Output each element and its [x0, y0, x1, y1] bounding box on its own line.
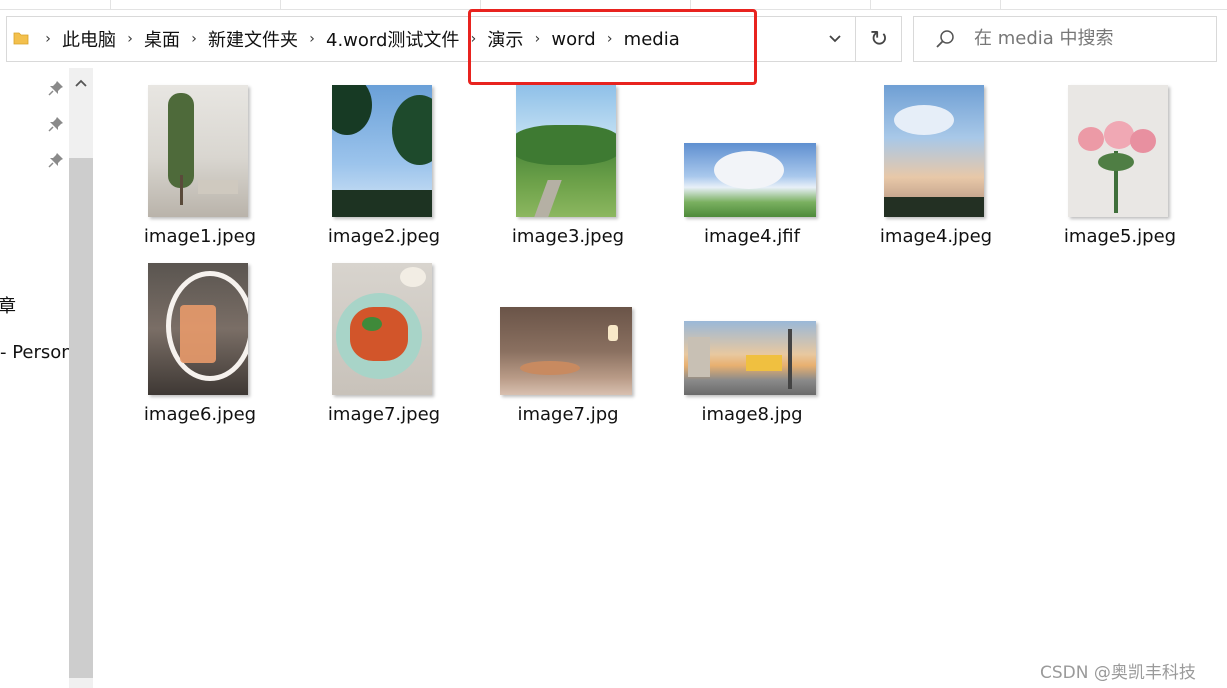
chevron-up-icon: [75, 79, 87, 87]
pin-icon[interactable]: [48, 80, 64, 96]
chevron-down-icon: [829, 35, 841, 43]
file-name: image2.jpeg: [327, 226, 441, 247]
file-name: image8.jpg: [701, 404, 803, 425]
chevron-right-icon[interactable]: ›: [526, 31, 548, 47]
image-thumbnail: [332, 263, 432, 395]
scroll-up-button[interactable]: [69, 68, 93, 98]
image-thumbnail: [684, 321, 816, 395]
image-thumbnail: [684, 143, 816, 217]
file-item[interactable]: image7.jpeg: [304, 258, 464, 438]
file-item[interactable]: image8.jpg: [672, 258, 832, 438]
crumb-media[interactable]: media: [621, 29, 683, 50]
file-item[interactable]: image1.jpeg: [120, 80, 280, 260]
address-history-dropdown[interactable]: [815, 17, 855, 61]
nav-item-partial[interactable]: - Person: [0, 342, 70, 363]
file-item[interactable]: image5.jpeg: [1040, 80, 1200, 260]
file-name: image7.jpg: [517, 404, 619, 425]
image-thumbnail: [148, 85, 248, 217]
file-name: image3.jpeg: [511, 226, 625, 247]
file-name: image7.jpeg: [327, 404, 441, 425]
file-item[interactable]: image2.jpeg: [304, 80, 464, 260]
chevron-right-icon[interactable]: ›: [183, 31, 205, 47]
chevron-right-icon[interactable]: ›: [599, 31, 621, 47]
search-icon: [936, 30, 954, 48]
file-item[interactable]: image7.jpg: [488, 258, 648, 438]
nav-item-partial[interactable]: 章: [0, 292, 16, 318]
pin-icon[interactable]: [48, 152, 64, 168]
file-item[interactable]: image6.jpeg: [120, 258, 280, 438]
file-item[interactable]: image4.jpeg: [856, 80, 1016, 260]
chevron-right-icon[interactable]: ›: [119, 31, 141, 47]
nav-scrollbar[interactable]: [69, 68, 93, 688]
image-thumbnail: [516, 85, 616, 217]
image-thumbnail: [148, 263, 248, 395]
ribbon-remnant: [0, 0, 1227, 10]
file-name: image4.jfif: [704, 226, 800, 247]
refresh-icon: ↻: [869, 26, 889, 52]
watermark: CSDN @奥凯丰科技: [1040, 663, 1196, 683]
crumb-demo[interactable]: 演示: [484, 26, 526, 52]
folder-icon: [13, 32, 29, 45]
address-bar[interactable]: › 此电脑 › 桌面 › 新建文件夹 › 4.word测试文件 › 演示 › w…: [6, 16, 902, 62]
file-item[interactable]: image3.jpeg: [488, 80, 648, 260]
breadcrumb: › 此电脑 › 桌面 › 新建文件夹 › 4.word测试文件 › 演示 › w…: [37, 17, 683, 61]
file-name: image1.jpeg: [143, 226, 257, 247]
file-name: image4.jpeg: [879, 226, 993, 247]
image-thumbnail: [1068, 85, 1168, 217]
chevron-right-icon[interactable]: ›: [37, 31, 59, 47]
chevron-right-icon[interactable]: ›: [462, 31, 484, 47]
search-input[interactable]: 在 media 中搜索: [974, 17, 1114, 61]
navigation-pane: 章 - Person: [0, 68, 70, 688]
scroll-thumb[interactable]: [69, 158, 93, 678]
file-name: image5.jpeg: [1063, 226, 1177, 247]
crumb-word-test-files[interactable]: 4.word测试文件: [323, 26, 462, 52]
refresh-button[interactable]: ↻: [857, 17, 901, 61]
search-box[interactable]: 在 media 中搜索: [913, 16, 1217, 62]
crumb-this-pc[interactable]: 此电脑: [59, 26, 119, 52]
image-thumbnail: [884, 85, 984, 217]
crumb-new-folder[interactable]: 新建文件夹: [205, 26, 301, 52]
divider: [855, 17, 856, 61]
crumb-desktop[interactable]: 桌面: [141, 26, 183, 52]
crumb-word[interactable]: word: [548, 29, 598, 50]
file-item[interactable]: image4.jfif: [672, 80, 832, 260]
image-thumbnail: [500, 307, 632, 395]
file-name: image6.jpeg: [143, 404, 257, 425]
image-thumbnail: [332, 85, 432, 217]
chevron-right-icon[interactable]: ›: [301, 31, 323, 47]
pin-icon[interactable]: [48, 116, 64, 132]
